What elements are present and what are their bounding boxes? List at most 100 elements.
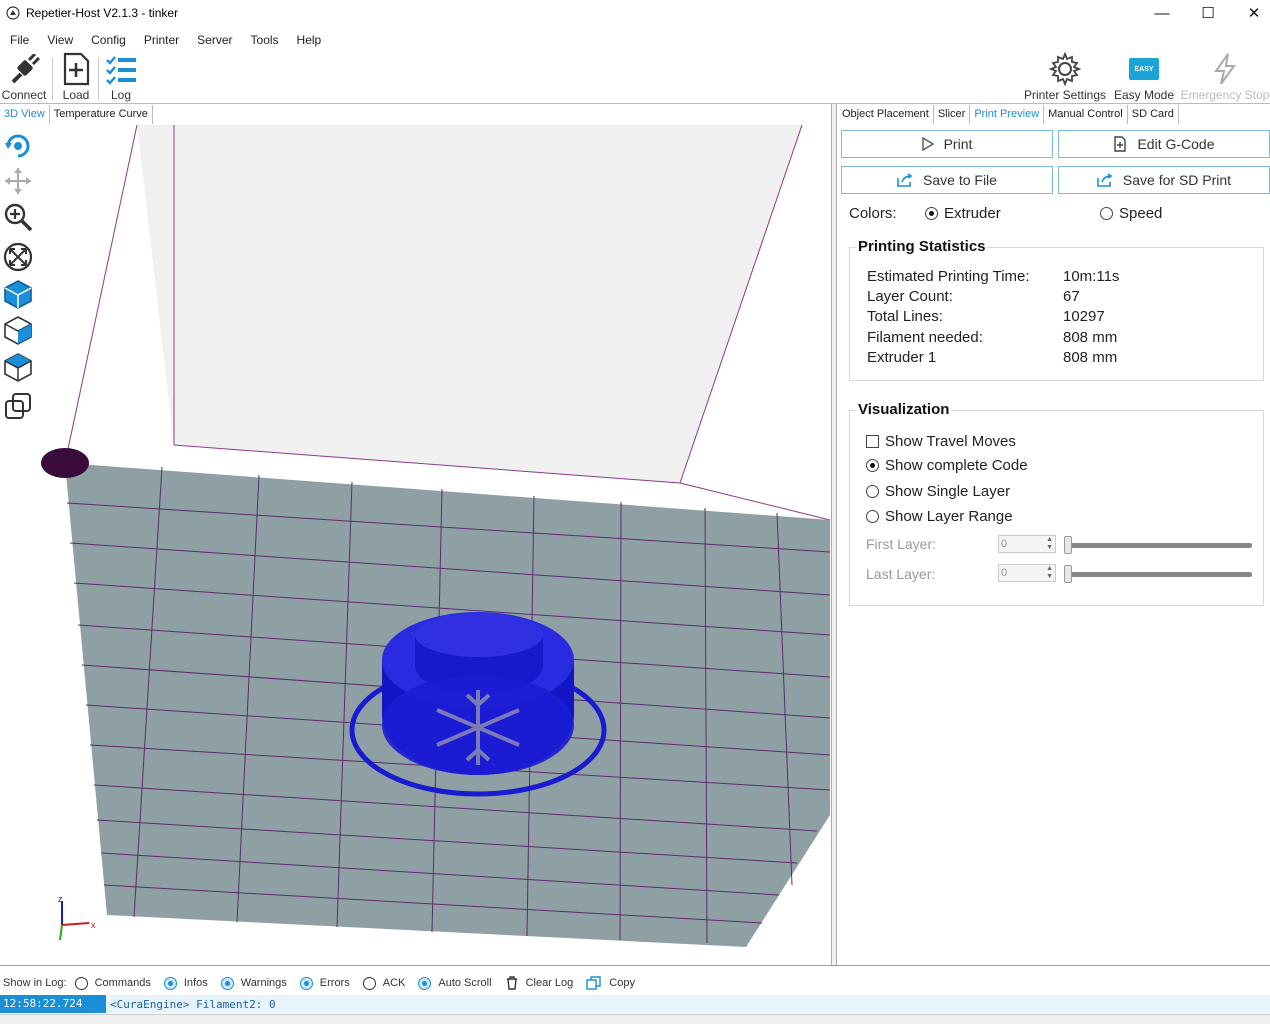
log-entry[interactable]: 12:58:22.724 <CuraEngine> Filament2: 0 (0, 995, 1270, 1013)
commands-radio[interactable] (74, 976, 88, 990)
log-label: Log (110, 88, 132, 102)
isometric-view-button[interactable] (2, 278, 34, 310)
log-border (0, 965, 1270, 966)
auto-scroll-radio[interactable] (418, 976, 432, 990)
spinner-arrows-icon[interactable]: ▲ ▼ (1046, 536, 1053, 552)
last-layer-slider-track[interactable] (1066, 572, 1252, 577)
log-auto-scroll-option[interactable]: Auto Scroll (418, 976, 492, 990)
show-range-option[interactable]: Show Layer Range (866, 508, 1013, 525)
color-extruder-option[interactable]: Extruder (925, 205, 1001, 222)
menu-server[interactable]: Server (187, 33, 240, 47)
last-layer-slider-handle[interactable] (1064, 565, 1072, 583)
menu-view[interactable]: View (37, 33, 81, 47)
connect-button[interactable]: Connect (2, 50, 46, 102)
tab-slicer[interactable]: Slicer (933, 105, 971, 124)
log-ack-option[interactable]: ACK (362, 976, 406, 990)
errors-label: Errors (319, 977, 350, 989)
view-tools (0, 125, 37, 963)
log-errors-option[interactable]: Errors (299, 976, 350, 990)
show-range-radio[interactable] (866, 510, 879, 523)
copy-log-button[interactable]: Copy (586, 976, 635, 990)
side-view-button[interactable] (2, 351, 34, 383)
stat-value: 67 (1063, 288, 1080, 305)
tab-sd-card[interactable]: SD Card (1127, 105, 1179, 124)
panel-splitter[interactable] (831, 104, 837, 966)
toolbar-divider (98, 58, 99, 100)
log-warnings-option[interactable]: Warnings (220, 976, 287, 990)
clear-log-button[interactable]: Clear Log (505, 976, 574, 990)
printer-settings-label: Printer Settings (1023, 88, 1107, 102)
emergency-stop-button[interactable]: Emergency Stop (1180, 50, 1270, 102)
tab-manual-control[interactable]: Manual Control (1044, 105, 1128, 124)
load-button[interactable]: Load (58, 50, 94, 102)
last-layer-label: Last Layer: (866, 566, 936, 582)
save-to-file-button[interactable]: Save to File (841, 166, 1053, 194)
objects-view-button[interactable] (2, 390, 34, 422)
extruder-radio[interactable] (925, 207, 938, 220)
stat-value: 10297 (1063, 308, 1105, 325)
edit-gcode-label: Edit G-Code (1137, 136, 1215, 152)
show-complete-radio[interactable] (866, 459, 879, 472)
last-layer-spinner[interactable]: 0 ▲ ▼ (998, 564, 1056, 582)
log-toolbar: Show in Log: Commands Infos Warnings Err… (0, 972, 1270, 994)
first-layer-slider-handle[interactable] (1064, 536, 1072, 554)
menu-printer[interactable]: Printer (134, 33, 187, 47)
menu-tools[interactable]: Tools (241, 33, 287, 47)
tab-print-preview[interactable]: Print Preview (970, 105, 1045, 124)
show-travel-option[interactable]: Show Travel Moves (866, 433, 1016, 450)
tab-temperature-curve[interactable]: Temperature Curve (49, 105, 153, 124)
move-view-button[interactable] (2, 165, 34, 197)
ack-label: ACK (382, 977, 406, 989)
color-speed-option[interactable]: Speed (1100, 205, 1162, 222)
easy-mode-button[interactable]: EASY Easy Mode (1112, 50, 1176, 102)
add-file-icon (63, 52, 90, 86)
add-file-icon (1114, 136, 1127, 152)
show-complete-option[interactable]: Show complete Code (866, 457, 1028, 474)
show-single-label: Show Single Layer (885, 483, 1011, 500)
toolbar-divider (52, 58, 53, 100)
title-bar: Repetier-Host V2.1.3 - tinker (0, 0, 1270, 26)
cube-top-icon (4, 280, 32, 309)
menu-config[interactable]: Config (81, 33, 134, 47)
tab-3d-view[interactable]: 3D View (0, 105, 50, 124)
tab-object-placement[interactable]: Object Placement (838, 105, 934, 124)
rotate-view-button[interactable] (2, 130, 34, 162)
show-travel-checkbox[interactable] (866, 435, 879, 448)
print-button[interactable]: Print (841, 130, 1053, 158)
save-sd-button[interactable]: Save for SD Print (1058, 166, 1270, 194)
speed-radio[interactable] (1100, 207, 1113, 220)
export-icon (897, 173, 913, 187)
printing-statistics-title: Printing Statistics (856, 238, 988, 255)
first-layer-spinner[interactable]: 0 ▲ ▼ (998, 535, 1056, 553)
3d-viewport[interactable]: z x (37, 125, 831, 963)
warnings-radio[interactable] (220, 976, 234, 990)
commands-label: Commands (94, 977, 151, 989)
log-button[interactable]: Log (104, 50, 138, 102)
log-commands-option[interactable]: Commands (74, 976, 151, 990)
log-infos-option[interactable]: Infos (163, 976, 208, 990)
edit-gcode-button[interactable]: Edit G-Code (1058, 130, 1270, 158)
stat-value: 10m:11s (1063, 268, 1120, 285)
stat-label: Total Lines: (867, 308, 943, 325)
spinner-arrows-icon[interactable]: ▲ ▼ (1046, 565, 1053, 581)
errors-radio[interactable] (299, 976, 313, 990)
clear-log-label: Clear Log (525, 977, 574, 989)
front-view-button[interactable] (2, 314, 34, 346)
show-single-radio[interactable] (866, 485, 879, 498)
close-button[interactable]: ✕ (1231, 0, 1270, 26)
plug-icon (11, 54, 41, 84)
infos-radio[interactable] (163, 976, 177, 990)
maximize-button[interactable]: ☐ (1185, 0, 1231, 26)
first-layer-slider-track[interactable] (1066, 543, 1252, 548)
lightning-icon (1214, 53, 1236, 85)
minimize-button[interactable]: — (1139, 0, 1185, 26)
fit-view-button[interactable] (2, 241, 34, 273)
printer-settings-button[interactable]: Printer Settings (1022, 50, 1108, 102)
menu-file[interactable]: File (0, 33, 37, 47)
ack-radio[interactable] (362, 976, 376, 990)
zoom-in-icon (4, 203, 33, 232)
show-single-option[interactable]: Show Single Layer (866, 483, 1010, 500)
visualization-title: Visualization (856, 401, 952, 418)
menu-help[interactable]: Help (287, 33, 330, 47)
zoom-view-button[interactable] (2, 201, 34, 233)
